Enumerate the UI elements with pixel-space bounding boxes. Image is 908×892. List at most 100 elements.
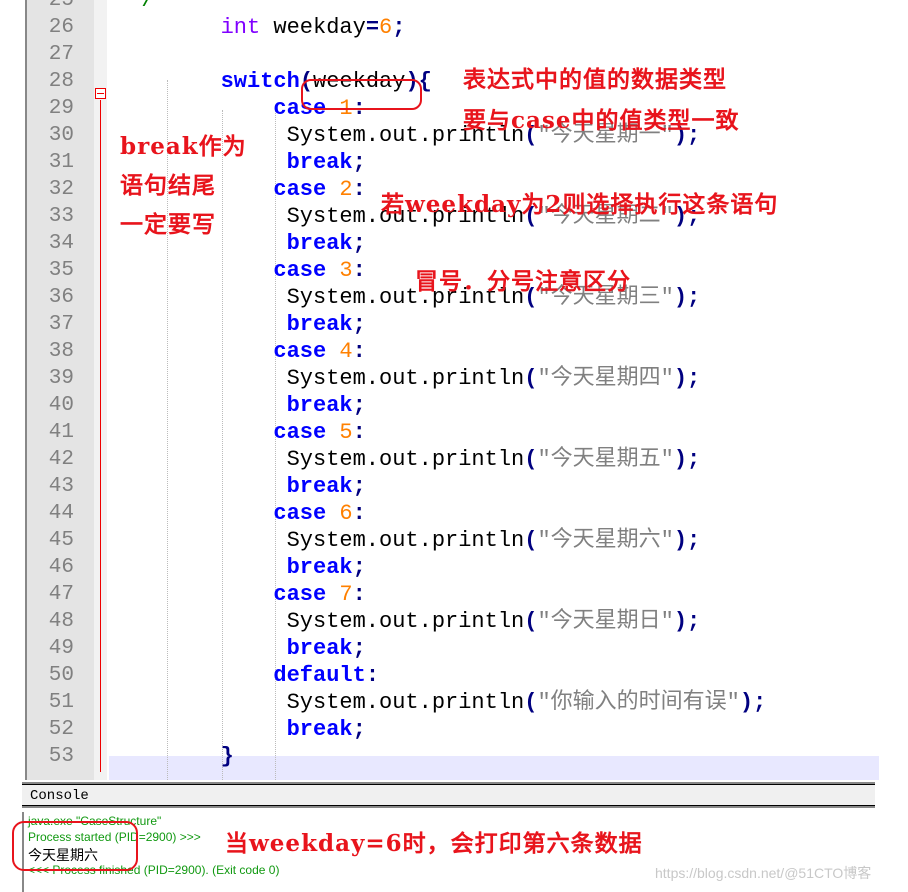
console-tab[interactable]: Console <box>22 784 875 806</box>
code-token: ; <box>352 555 366 580</box>
code-token: : <box>352 258 366 283</box>
indent-guide <box>222 110 223 780</box>
line-number: 51 <box>48 691 74 714</box>
line-number: 50 <box>48 664 74 687</box>
code-token: break <box>286 717 353 742</box>
code-token: break <box>286 636 353 661</box>
line-number: 28 <box>48 70 74 93</box>
line-number: 41 <box>48 421 74 444</box>
code-token: : <box>365 663 380 688</box>
code-token: case <box>273 258 327 283</box>
annotation: 语句结尾 <box>120 172 216 199</box>
code-line: break; <box>287 230 366 257</box>
annotation: 表达式中的值的数据类型 <box>463 66 727 93</box>
line-number: 25 <box>48 0 74 12</box>
code-token: 4 <box>326 339 353 364</box>
code-line: case 2: <box>273 176 365 203</box>
code-token: int <box>220 15 261 40</box>
annotation: 冒号．分号注意区分 <box>415 268 631 295</box>
annotation: 要与case中的值类型一致 <box>463 107 740 134</box>
code-token: 3 <box>326 258 353 283</box>
line-number: 38 <box>48 340 74 363</box>
code-line: System.out.println("今天星期六"); <box>287 527 701 554</box>
code-line: System.out.println("你输入的时间有误"); <box>287 689 767 716</box>
code-token: = <box>365 15 380 40</box>
line-number: 48 <box>48 610 74 633</box>
code-line: case 7: <box>273 581 365 608</box>
line-number: 44 <box>48 502 74 525</box>
line-number: 26 <box>48 16 74 39</box>
code-token: System.out.println <box>286 528 525 553</box>
code-line: break; <box>287 635 366 662</box>
code-token: "今天星期日" <box>537 609 674 634</box>
line-number: 43 <box>48 475 74 498</box>
line-number: 32 <box>48 178 74 201</box>
code-token: ( <box>524 528 538 553</box>
code-token: ; <box>352 393 366 418</box>
code-token: System.out.println <box>286 447 525 472</box>
code-token: ); <box>673 366 701 391</box>
annotation: 当weekday=6时，会打印第六条数据 <box>225 830 643 857</box>
code-token: "今天星期四" <box>537 366 674 391</box>
line-number: 31 <box>48 151 74 174</box>
code-token: ); <box>673 609 701 634</box>
fold-collapse-icon[interactable] <box>95 88 106 99</box>
line-number: 36 <box>48 286 74 309</box>
code-token: ( <box>524 690 538 715</box>
code-token: : <box>352 339 366 364</box>
code-token: ; <box>352 312 366 337</box>
code-line: System.out.println("今天星期日"); <box>287 608 701 635</box>
code-token: case <box>273 582 327 607</box>
fold-line <box>100 100 101 772</box>
line-number: 39 <box>48 367 74 390</box>
code-token: : <box>352 177 366 202</box>
line-number: 49 <box>48 637 74 660</box>
line-number: 37 <box>48 313 74 336</box>
highlight-oval <box>12 821 138 871</box>
code-token: ( <box>524 447 538 472</box>
code-line: int weekday=6; <box>221 14 406 41</box>
annotation: 若weekday为2则选择执行这条语句 <box>381 191 779 218</box>
code-line: System.out.println("今天星期四"); <box>287 365 701 392</box>
code-token: : <box>352 582 366 607</box>
code-token: ; <box>352 717 366 742</box>
code-token: System.out.println <box>286 690 525 715</box>
code-token: 6 <box>379 15 393 40</box>
code-editor[interactable]: 25 /26 int weekday=6; 27 28 switch(weekday){… <box>25 0 879 780</box>
code-token: 7 <box>326 582 353 607</box>
code-token: break <box>286 555 353 580</box>
code-line: break; <box>287 311 366 338</box>
line-number: 52 <box>48 718 74 741</box>
code-token: } <box>220 744 234 769</box>
code-line: } <box>221 743 234 770</box>
code-line: break; <box>287 554 366 581</box>
line-number: 45 <box>48 529 74 552</box>
code-token: default <box>273 663 366 688</box>
code-token: : <box>352 420 366 445</box>
code-line: break; <box>287 716 366 743</box>
line-number: 34 <box>48 232 74 255</box>
console-tab-label: Console <box>30 788 89 804</box>
highlight-oval <box>301 79 422 110</box>
code-line: break; <box>287 473 366 500</box>
code-token: ; <box>352 474 366 499</box>
code-line: / <box>115 0 154 14</box>
code-line: break; <box>287 392 366 419</box>
code-line: case 4: <box>273 338 365 365</box>
line-number: 40 <box>48 394 74 417</box>
code-token: break <box>286 231 353 256</box>
line-number: 33 <box>48 205 74 228</box>
line-number: 42 <box>48 448 74 471</box>
code-token: "你输入的时间有误" <box>537 690 740 715</box>
code-token: "今天星期六" <box>537 528 674 553</box>
code-line: case 5: <box>273 419 365 446</box>
code-line: case 3: <box>273 257 365 284</box>
code-token: ( <box>524 609 538 634</box>
code-token: System.out.println <box>286 366 525 391</box>
code-token: case <box>273 420 327 445</box>
code-line: System.out.println("今天星期五"); <box>287 446 701 473</box>
code-token: break <box>286 312 353 337</box>
annotation: break作为 <box>120 133 247 160</box>
line-number: 47 <box>48 583 74 606</box>
code-token: 6 <box>326 501 353 526</box>
